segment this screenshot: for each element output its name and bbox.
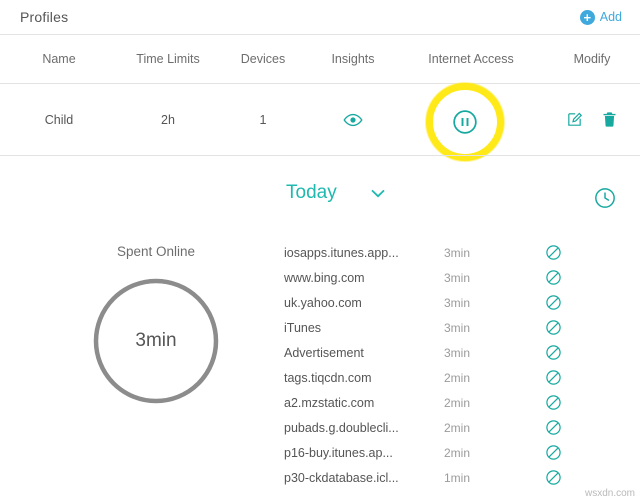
site-time: 3min xyxy=(444,345,471,360)
cell-devices: 1 xyxy=(259,112,267,127)
list-item[interactable]: p30-ckdatabase.icl... 1min xyxy=(284,465,624,490)
page-title: Profiles xyxy=(20,9,69,25)
cell-profile-name: Child xyxy=(44,112,74,127)
list-item[interactable]: iosapps.itunes.app... 3min xyxy=(284,240,624,265)
site-name: p16-buy.itunes.ap... xyxy=(284,445,393,460)
column-header-modify: Modify xyxy=(573,52,611,66)
block-icon[interactable] xyxy=(514,469,574,486)
add-profile-label: Add xyxy=(599,10,622,24)
block-icon[interactable] xyxy=(514,419,574,436)
site-name: a2.mzstatic.com xyxy=(284,395,375,410)
block-icon[interactable] xyxy=(514,269,574,286)
table-row[interactable]: Child 2h 1 xyxy=(0,84,640,155)
site-name: pubads.g.doublecli... xyxy=(284,420,399,435)
site-name: tags.tiqcdn.com xyxy=(284,370,372,385)
column-header-name: Name xyxy=(42,52,76,66)
spent-online-label: Spent Online xyxy=(116,244,196,259)
internet-access-toggle[interactable] xyxy=(433,90,497,154)
table-header-row: Name Time Limits Devices Insights Intern… xyxy=(0,35,640,83)
cell-modify xyxy=(544,84,640,155)
site-name: uk.yahoo.com xyxy=(284,295,362,310)
eye-icon[interactable] xyxy=(343,110,363,130)
site-time: 3min xyxy=(444,295,471,310)
site-usage-list: iosapps.itunes.app... 3min www.bing.com … xyxy=(284,240,624,490)
column-header-internet-access: Internet Access xyxy=(428,52,514,66)
list-item[interactable]: uk.yahoo.com 3min xyxy=(284,290,624,315)
site-name: p30-ckdatabase.icl... xyxy=(284,470,399,485)
today-selector[interactable]: Today xyxy=(286,182,385,204)
profiles-table-body: Child 2h 1 xyxy=(0,84,640,155)
plus-circle-icon: + xyxy=(579,9,595,25)
column-header-insights: Insights xyxy=(331,52,375,66)
clock-history-icon[interactable] xyxy=(594,187,616,214)
spent-online-donut: 3min xyxy=(91,276,221,406)
column-header-time-limits: Time Limits xyxy=(136,52,200,66)
today-label: Today xyxy=(286,182,337,203)
block-icon[interactable] xyxy=(514,319,574,336)
list-item[interactable]: Advertisement 3min xyxy=(284,340,624,365)
cell-time-limits: 2h xyxy=(161,112,175,127)
profiles-table: Name Time Limits Devices Insights Intern… xyxy=(0,35,640,83)
list-item[interactable]: tags.tiqcdn.com 2min xyxy=(284,365,624,390)
watermark: wsxdn.com xyxy=(584,488,635,499)
site-time: 2min xyxy=(444,370,471,385)
site-name: www.bing.com xyxy=(284,270,365,285)
row-divider xyxy=(0,155,640,156)
list-item[interactable]: www.bing.com 3min xyxy=(284,265,624,290)
site-time: 1min xyxy=(444,470,471,485)
site-time: 3min xyxy=(444,320,471,335)
site-name: iosapps.itunes.app... xyxy=(284,245,399,260)
block-icon[interactable] xyxy=(514,394,574,411)
site-name: Advertisement xyxy=(284,345,364,360)
site-name: iTunes xyxy=(284,320,322,335)
list-item[interactable]: a2.mzstatic.com 2min xyxy=(284,390,624,415)
chevron-down-icon[interactable] xyxy=(371,187,385,200)
highlight-ring xyxy=(426,83,504,161)
list-item[interactable]: pubads.g.doublecli... 2min xyxy=(284,415,624,440)
column-header-devices: Devices xyxy=(240,52,286,66)
site-time: 2min xyxy=(444,445,471,460)
site-time: 2min xyxy=(444,420,471,435)
spent-online-value: 3min xyxy=(135,330,177,351)
block-icon[interactable] xyxy=(514,294,574,311)
trash-icon[interactable] xyxy=(601,111,618,128)
block-icon[interactable] xyxy=(514,369,574,386)
profiles-header: Profiles + Add xyxy=(0,0,640,34)
site-time: 2min xyxy=(444,395,471,410)
insights-button[interactable] xyxy=(308,84,398,155)
block-icon[interactable] xyxy=(514,344,574,361)
block-icon[interactable] xyxy=(514,244,574,261)
pause-circle-icon[interactable] xyxy=(452,109,478,135)
block-icon[interactable] xyxy=(514,444,574,461)
site-time: 3min xyxy=(444,245,471,260)
list-item[interactable]: p16-buy.itunes.ap... 2min xyxy=(284,440,624,465)
profiles-page: Profiles + Add Name Time Limits Devices … xyxy=(0,0,640,501)
edit-icon[interactable] xyxy=(566,111,583,128)
list-item[interactable]: iTunes 3min xyxy=(284,315,624,340)
site-time: 3min xyxy=(444,270,471,285)
add-profile-button[interactable]: + Add xyxy=(579,9,622,25)
today-bar: Today xyxy=(0,172,640,224)
